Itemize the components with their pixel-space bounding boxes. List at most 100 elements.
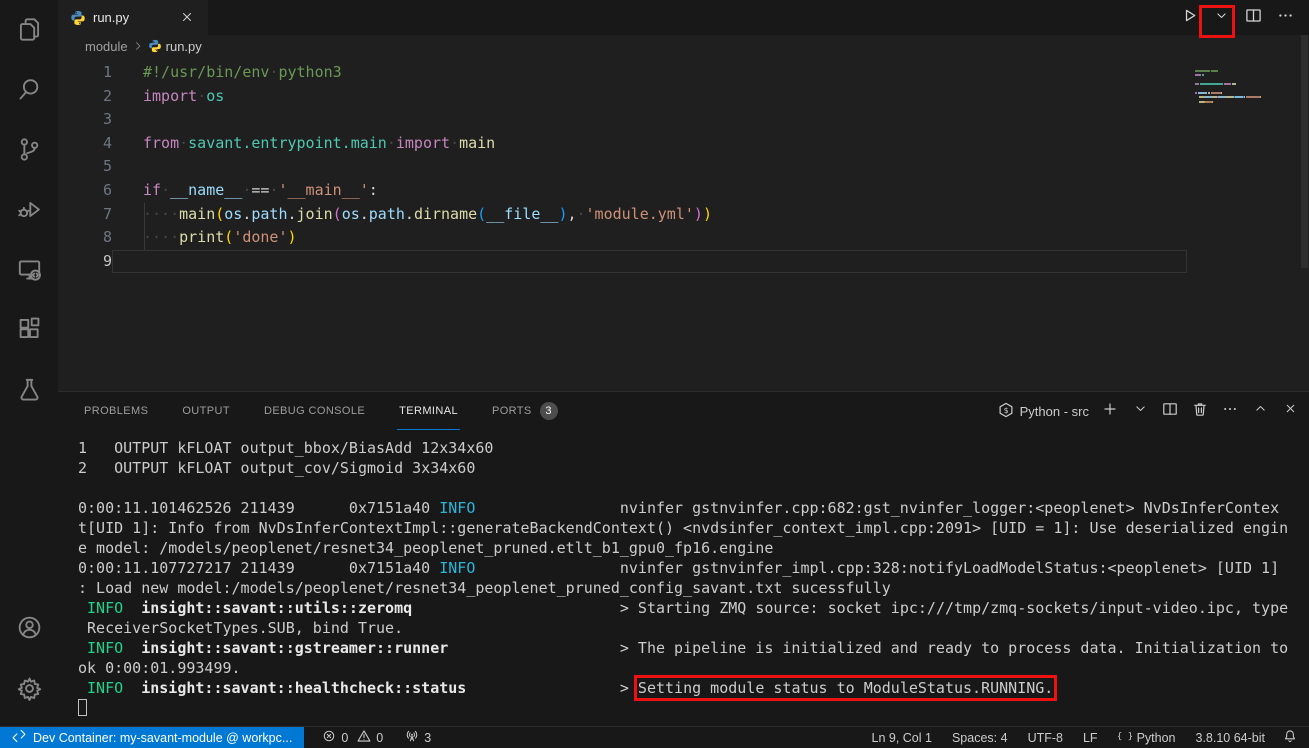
status-python-interpreter[interactable]: 3.8.10 64-bit (1186, 727, 1276, 748)
editor-more-actions-button[interactable] (1276, 8, 1295, 27)
activity-search[interactable] (5, 66, 53, 118)
close-panel-button[interactable] (1281, 402, 1299, 420)
minimap-line (1195, 96, 1309, 98)
tab-close-icon[interactable] (180, 10, 196, 26)
status-bar-right: Ln 9, Col 1 Spaces: 4 UTF-8 LF { } Python 3.8.… (862, 727, 1276, 748)
split-terminal-button[interactable] (1161, 402, 1179, 420)
line-number[interactable]: 8 (58, 226, 112, 250)
status-cursor-position[interactable]: Ln 9, Col 1 (862, 727, 942, 748)
code-line-6: 6if·__name__·==·'__main__': (58, 179, 1309, 203)
split-editor-button[interactable] (1244, 8, 1263, 27)
svg-text:{ }: { } (1118, 731, 1132, 742)
terminal-text: INFO (439, 559, 475, 577)
activity-run-and-debug[interactable] (5, 186, 53, 238)
new-terminal-button[interactable] (1101, 402, 1119, 420)
code-line-text[interactable]: from·savant.entrypoint.main·import·main (112, 132, 1309, 156)
ports-badge: 3 (540, 402, 558, 420)
problems-status[interactable]: 0 0 (314, 727, 391, 748)
line-number[interactable]: 9 (58, 250, 112, 274)
terminal-line: INFO insight::savant::gstreamer::runner … (78, 638, 1309, 658)
python-file-icon (148, 39, 162, 53)
terminal-text: nvinfer gstnvinfer.cpp:682:gst_nvinfer_l… (475, 499, 1279, 517)
breadcrumb-file[interactable]: run.py (166, 39, 202, 54)
code-line-1: 1#!/usr/bin/env·python3 (58, 61, 1309, 85)
maximize-panel-button[interactable] (1251, 402, 1269, 420)
minimap-line (1195, 74, 1309, 76)
code-line-text[interactable]: ····main(os.path.join(os.path.dirname(__… (112, 203, 1309, 227)
python-file-icon (70, 10, 86, 26)
run-debug-icon (17, 197, 42, 227)
terminal-text: > Starting ZMQ source: socket ipc:///tmp… (412, 599, 1288, 617)
line-number[interactable]: 3 (58, 108, 112, 132)
activity-settings[interactable] (5, 665, 53, 717)
code-line-text[interactable]: if·__name__·==·'__main__': (112, 179, 1309, 203)
settings-icon (17, 676, 42, 706)
tab-run-py[interactable]: run.py (58, 0, 208, 35)
minimap-line (1195, 70, 1309, 72)
status-eol[interactable]: LF (1073, 727, 1108, 748)
breadcrumb-folder[interactable]: module (85, 39, 128, 54)
terminal-text: 0:00:11.101462526 211439 0x7151a40 (78, 499, 439, 517)
terminal-profile-dropdown[interactable] (1131, 402, 1149, 420)
broadcast-icon (405, 729, 419, 746)
code-line-text[interactable]: import·os (112, 85, 1309, 109)
terminal-profile-icon: $ (998, 402, 1014, 421)
code-line-text[interactable] (112, 250, 1187, 274)
status-encoding[interactable]: UTF-8 (1018, 727, 1073, 748)
panel-tab-ports[interactable]: PORTS3 (490, 392, 560, 430)
status-label: Python (1137, 731, 1176, 745)
terminal-text: insight::savant::gstreamer::runner (141, 639, 448, 657)
code-line-text[interactable] (112, 155, 1309, 179)
line-number[interactable]: 7 (58, 203, 112, 227)
status-label: LF (1083, 731, 1098, 745)
status-indentation[interactable]: Spaces: 4 (942, 727, 1018, 748)
main-area: run.py module run.py 1#!/usr/bin/env·pyt… (58, 0, 1309, 726)
panel-tab-output[interactable]: OUTPUT (180, 392, 232, 430)
activity-extensions[interactable] (5, 306, 53, 358)
status-language-mode[interactable]: { } Python (1108, 727, 1186, 748)
panel-tab-problems[interactable]: PROBLEMS (82, 392, 150, 430)
line-number[interactable]: 6 (58, 179, 112, 203)
ports-status[interactable]: 3 (397, 727, 439, 748)
panel-tab-terminal[interactable]: TERMINAL (397, 392, 460, 430)
terminal-output[interactable]: 1 OUTPUT kFLOAT output_bbox/BiasAdd 12x3… (58, 430, 1309, 726)
notifications-bell[interactable] (1275, 727, 1309, 748)
terminal-text: > (466, 679, 638, 697)
editor-scrollbar[interactable] (1301, 35, 1308, 268)
code-line-text[interactable]: #!/usr/bin/env·python3 (112, 61, 1309, 85)
status-label: Spaces: 4 (952, 731, 1008, 745)
activity-accounts[interactable] (5, 604, 53, 656)
run-python-file-button[interactable] (1180, 8, 1199, 27)
panel-tab-label: DEBUG CONSOLE (264, 405, 365, 417)
activity-remote-explorer[interactable] (5, 246, 53, 298)
terminal-more-actions-button[interactable] (1221, 402, 1239, 420)
terminal-session[interactable]: $ Python - src (998, 402, 1089, 421)
minimap[interactable] (1195, 70, 1309, 110)
activity-source-control[interactable] (5, 126, 53, 178)
kill-terminal-button[interactable] (1191, 402, 1209, 420)
code-editor[interactable]: 1#!/usr/bin/env·python32import·os34from·… (58, 57, 1309, 273)
warning-icon (357, 729, 371, 746)
line-number[interactable]: 4 (58, 132, 112, 156)
panel-tab-label: TERMINAL (399, 405, 458, 417)
run-dropdown-button[interactable] (1212, 8, 1231, 27)
code-line-text[interactable]: ····print('done') (112, 226, 1309, 250)
error-count: 0 (341, 731, 348, 745)
remote-indicator[interactable]: Dev Container: my-savant-module @ workpc… (0, 727, 304, 748)
terminal-line: 2 OUTPUT kFLOAT output_cov/Sigmoid 3x34x… (78, 458, 1309, 478)
minimap-line (1195, 105, 1309, 107)
terminal-text: 0:00:11.107727217 211439 0x7151a40 (78, 559, 439, 577)
line-number[interactable]: 5 (58, 155, 112, 179)
panel-tab-debug-console[interactable]: DEBUG CONSOLE (262, 392, 367, 430)
plus-icon (1102, 401, 1118, 422)
code-line-text[interactable] (112, 108, 1309, 132)
line-number[interactable]: 2 (58, 85, 112, 109)
activity-testing[interactable] (5, 366, 53, 418)
activity-explorer[interactable] (5, 6, 53, 58)
minimap-line (1195, 83, 1309, 85)
source-control-icon (17, 137, 42, 167)
code-line-2: 2import·os (58, 85, 1309, 109)
terminal-text: ReceiverSocketTypes.SUB, bind True. (78, 619, 403, 637)
terminal-text: INFO (439, 499, 475, 517)
line-number[interactable]: 1 (58, 61, 112, 85)
